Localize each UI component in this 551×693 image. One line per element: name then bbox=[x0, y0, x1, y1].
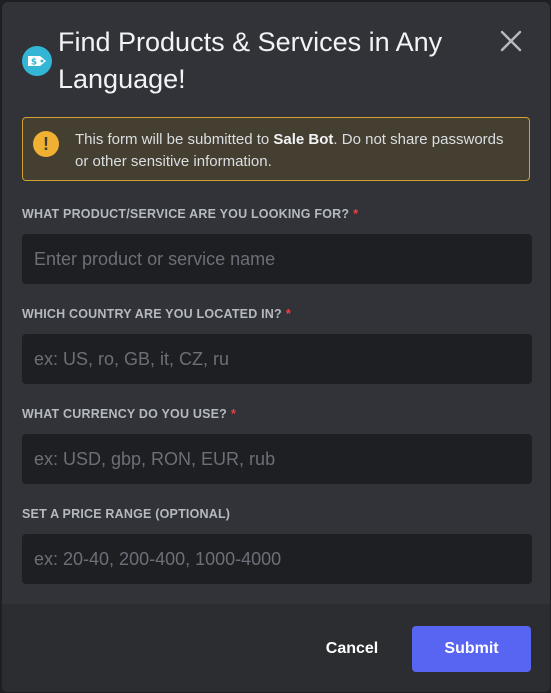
required-marker: * bbox=[285, 307, 291, 321]
currency-label-text: WHAT CURRENCY DO YOU USE? bbox=[22, 407, 228, 421]
close-icon[interactable] bbox=[498, 28, 524, 54]
svg-text:$: $ bbox=[31, 58, 37, 68]
currency-input[interactable] bbox=[22, 434, 532, 484]
warning-icon: ! bbox=[33, 131, 59, 157]
required-marker: * bbox=[231, 407, 237, 421]
price-range-label-text: SET A PRICE RANGE (OPTIONAL) bbox=[22, 507, 231, 521]
warning-text: This form will be submitted to Sale Bot.… bbox=[75, 129, 515, 173]
country-field-label: WHICH COUNTRY ARE YOU LOCATED IN? * bbox=[22, 307, 291, 321]
price-tag-icon: $ bbox=[22, 46, 52, 76]
country-label-text: WHICH COUNTRY ARE YOU LOCATED IN? bbox=[22, 307, 282, 321]
warning-text-before: This form will be submitted to bbox=[75, 131, 274, 148]
warning-banner: ! This form will be submitted to Sale Bo… bbox=[22, 117, 530, 181]
price-range-field-label: SET A PRICE RANGE (OPTIONAL) bbox=[22, 507, 230, 521]
product-input[interactable] bbox=[22, 234, 532, 284]
modal-title: Find Products & Services in Any Language… bbox=[58, 27, 443, 94]
modal-header: $ Find Products & Services in Any Langua… bbox=[2, 2, 550, 112]
modal-footer: Cancel Submit bbox=[2, 604, 550, 692]
modal-dialog: $ Find Products & Services in Any Langua… bbox=[2, 2, 550, 692]
currency-field-label: WHAT CURRENCY DO YOU USE? * bbox=[22, 407, 236, 421]
product-field-label: WHAT PRODUCT/SERVICE ARE YOU LOOKING FOR… bbox=[22, 207, 358, 221]
product-label-text: WHAT PRODUCT/SERVICE ARE YOU LOOKING FOR… bbox=[22, 207, 350, 221]
bot-name: Sale Bot bbox=[273, 131, 334, 148]
submit-button[interactable]: Submit bbox=[412, 626, 531, 672]
country-input[interactable] bbox=[22, 334, 532, 384]
cancel-button[interactable]: Cancel bbox=[308, 626, 396, 672]
required-marker: * bbox=[353, 207, 359, 221]
price-range-input[interactable] bbox=[22, 534, 532, 584]
